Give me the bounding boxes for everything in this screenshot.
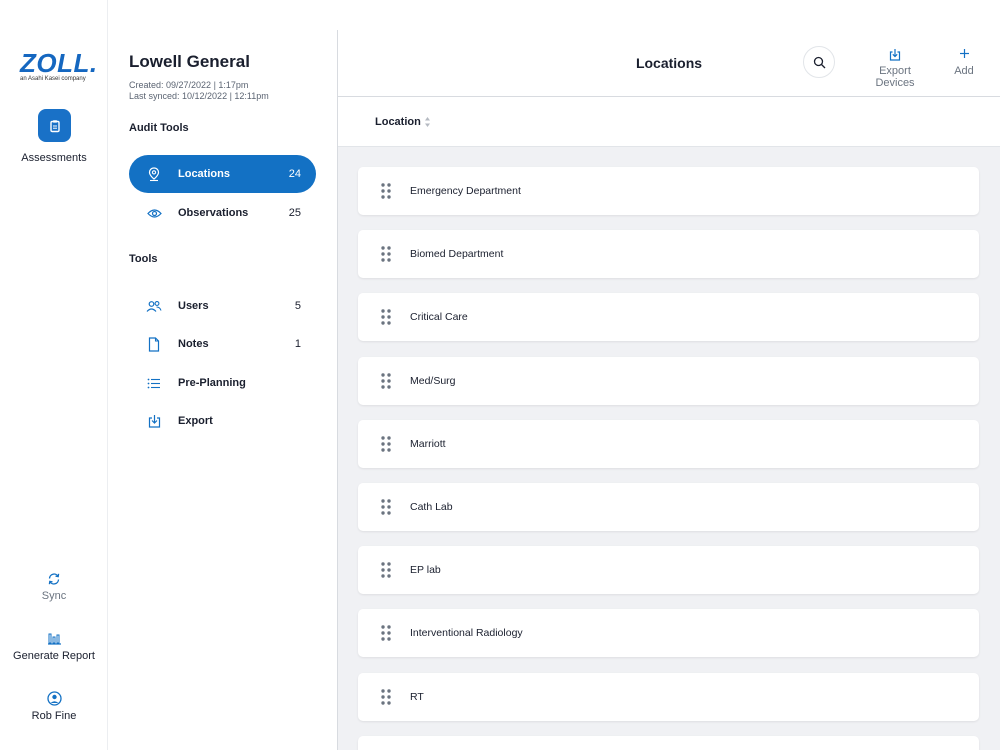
location-row[interactable]: Cath Lab (358, 483, 979, 531)
facility-panel: Lowell General Created: 09/27/2022 | 1:1… (108, 30, 338, 750)
search-button[interactable] (803, 46, 835, 78)
nav-label-notes: Notes (178, 338, 209, 350)
list-icon (146, 375, 162, 391)
nav-item-users[interactable]: Users 5 (129, 287, 316, 325)
column-header-bar: Location (338, 97, 1000, 147)
nav-item-observations[interactable]: Observations 25 (129, 194, 316, 232)
logo-subtitle: an Asahi Kasei company (20, 76, 86, 82)
tools-heading: Tools (129, 253, 158, 265)
nav-count-users: 5 (294, 300, 301, 312)
left-rail: ZOLL. an Asahi Kasei company Assessments… (0, 0, 108, 750)
drag-handle-icon[interactable] (381, 625, 391, 642)
user-name-label[interactable]: Rob Fine (0, 710, 108, 722)
location-row[interactable]: RT (358, 672, 979, 721)
search-icon (813, 56, 825, 68)
export-icon (860, 48, 930, 62)
location-row[interactable]: Emergency Department (358, 167, 979, 215)
drag-handle-icon[interactable] (381, 309, 391, 326)
location-row[interactable]: Interventional Radiology (358, 609, 979, 658)
location-name: EP lab (410, 564, 441, 577)
created-date: Created: 09/27/2022 | 1:17pm (129, 80, 249, 90)
export-devices-button[interactable]: Export Devices (860, 48, 930, 89)
generate-report-label[interactable]: Generate Report (0, 650, 108, 662)
location-row[interactable]: Biomed Department (358, 230, 979, 279)
drag-handle-icon[interactable] (381, 436, 391, 452)
content-header: Locations Export Devices Add (338, 30, 1000, 97)
location-name: Med/Surg (410, 374, 456, 387)
drag-handle-icon[interactable] (381, 372, 391, 389)
sort-icon[interactable] (424, 116, 431, 128)
export-devices-label: Export Devices (875, 65, 915, 89)
location-row[interactable]: Marriott (358, 419, 979, 468)
nav-label-export: Export (178, 415, 213, 427)
location-name: Interventional Radiology (410, 627, 523, 640)
nav-item-pre-planning[interactable]: Pre-Planning (129, 364, 316, 402)
facility-name: Lowell General (129, 52, 250, 71)
users-icon (146, 298, 162, 314)
sync-label[interactable]: Sync (0, 590, 108, 602)
download-icon (146, 413, 162, 429)
location-column-header[interactable]: Location (375, 116, 421, 128)
plus-icon (948, 48, 980, 62)
location-row[interactable]: Med/Surg (358, 356, 979, 405)
location-row-partial[interactable] (358, 735, 979, 750)
sync-icon[interactable] (46, 571, 62, 587)
location-name: Marriott (410, 437, 446, 450)
location-name: Cath Lab (410, 501, 453, 513)
nav-item-locations[interactable]: Locations 24 (129, 155, 316, 193)
add-button[interactable]: Add (948, 48, 980, 77)
assessments-label[interactable]: Assessments (0, 152, 108, 164)
main-content: Locations Export Devices Add Location Em… (338, 30, 1000, 750)
drag-handle-icon[interactable] (381, 562, 391, 578)
location-name: RT (410, 690, 424, 703)
nav-label-observations: Observations (178, 207, 249, 219)
location-name: Emergency Department (410, 185, 521, 197)
last-synced-date: Last synced: 10/12/2022 | 12:11pm (129, 91, 269, 101)
drag-handle-icon[interactable] (381, 183, 391, 199)
user-avatar-icon[interactable] (46, 690, 62, 706)
document-icon (146, 336, 162, 352)
eye-icon (146, 205, 162, 221)
drag-handle-icon[interactable] (381, 246, 391, 262)
audit-tools-heading: Audit Tools (129, 122, 189, 134)
nav-count-observations: 25 (288, 207, 301, 219)
nav-label-pre-planning: Pre-Planning (178, 377, 246, 389)
drag-handle-icon[interactable] (381, 688, 391, 705)
nav-count-locations: 24 (288, 168, 301, 180)
drag-handle-icon[interactable] (381, 499, 391, 515)
location-row[interactable]: Critical Care (358, 293, 979, 342)
nav-item-notes[interactable]: Notes 1 (129, 325, 316, 363)
logo-text: ZOLL. (20, 48, 98, 78)
nav-label-locations: Locations (178, 168, 230, 180)
assessments-button[interactable] (38, 109, 71, 142)
clipboard-icon (49, 119, 60, 132)
nav-count-notes: 1 (294, 338, 301, 350)
location-name: Biomed Department (410, 248, 504, 261)
bar-chart-icon[interactable] (46, 630, 62, 646)
location-name: Critical Care (410, 311, 468, 324)
nav-label-users: Users (178, 300, 209, 312)
location-row[interactable]: EP lab (358, 546, 979, 595)
add-label: Add (954, 65, 974, 77)
map-pin-icon (146, 166, 162, 182)
nav-item-export[interactable]: Export (129, 402, 316, 440)
zoll-logo: ZOLL. an Asahi Kasei company (20, 48, 98, 82)
